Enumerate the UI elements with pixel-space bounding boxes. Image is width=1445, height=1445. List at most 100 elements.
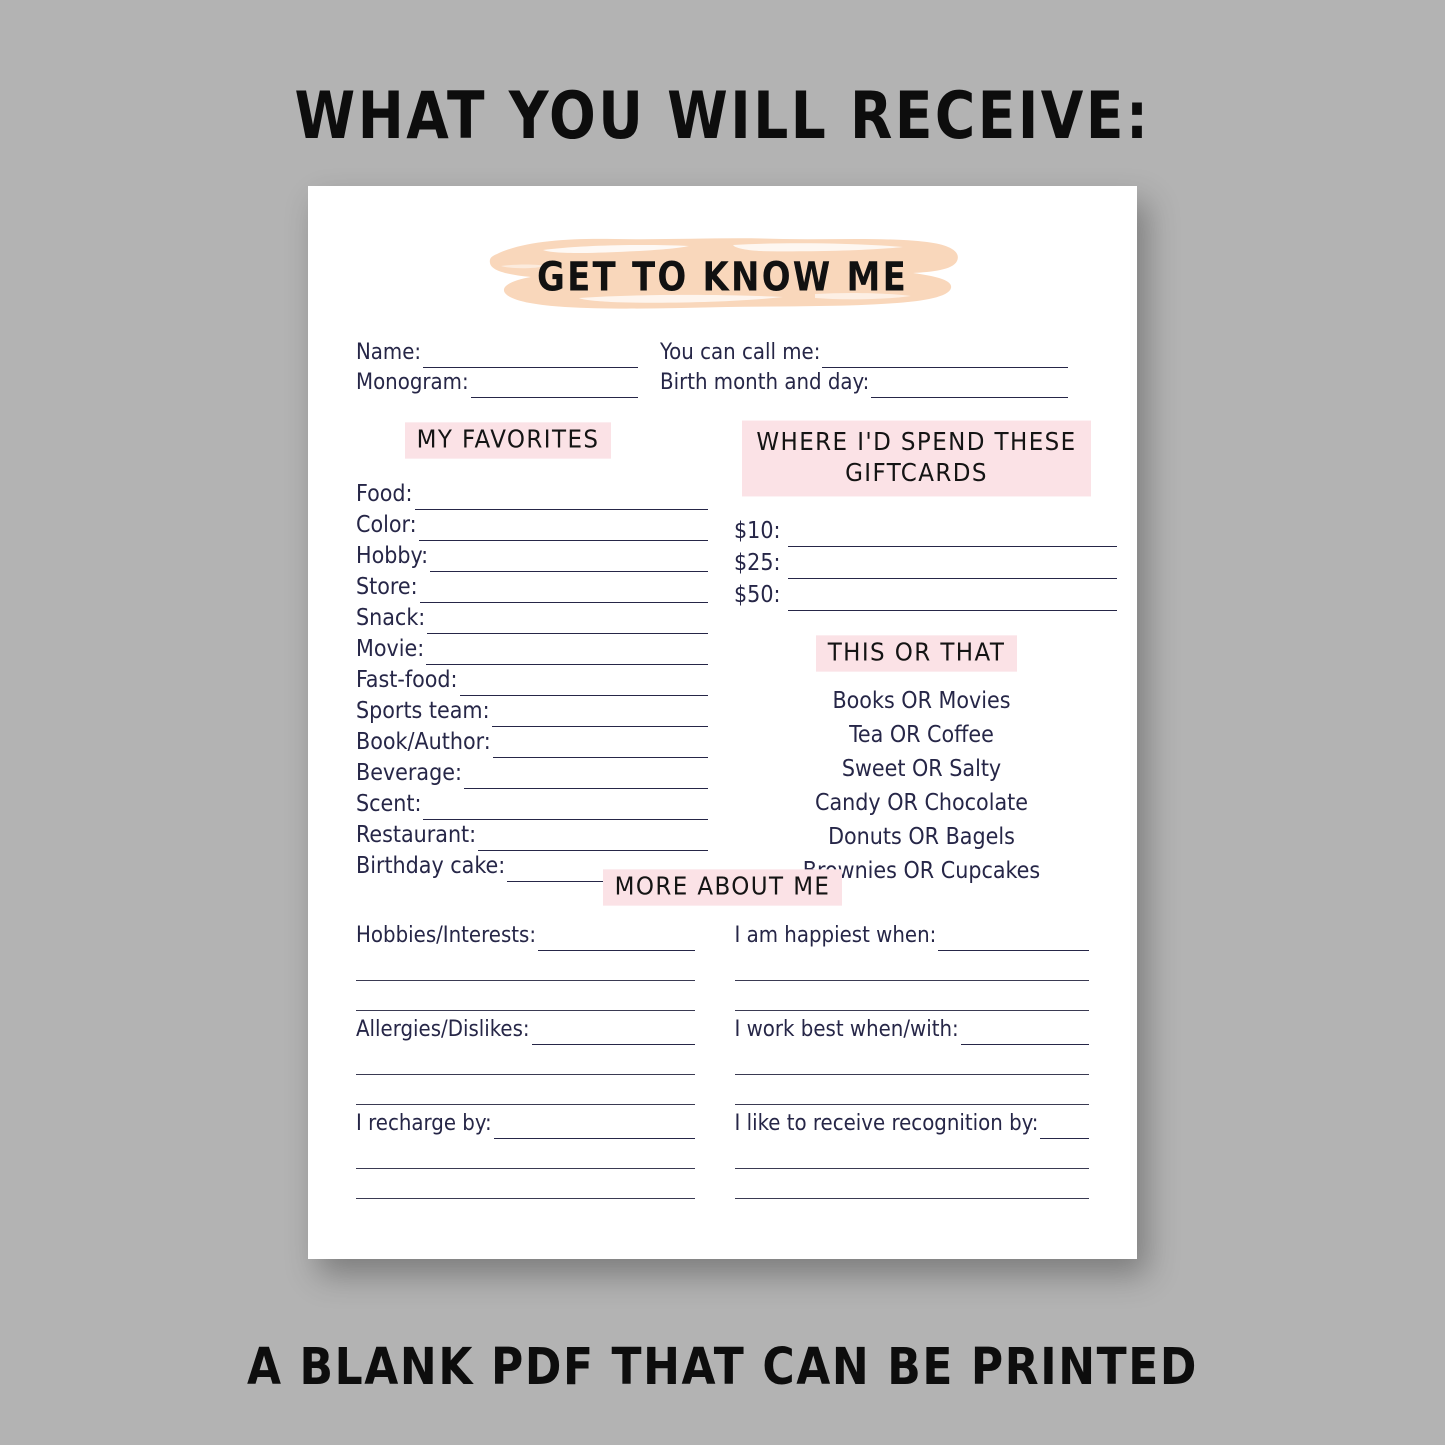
question-i-work-best-when-with[interactable]: I work best when/with: bbox=[735, 1015, 1089, 1045]
this-or-that-item-sweet-or-salty[interactable]: Sweet OR Salty bbox=[726, 752, 1117, 786]
more-about-me-section: Hobbies/Interests: Allergies/Dislikes: I r… bbox=[308, 921, 1137, 1203]
answer-line[interactable] bbox=[734, 951, 1089, 981]
answer-line[interactable] bbox=[734, 1075, 1089, 1105]
question-i-am-happiest-when[interactable]: I am happiest when: bbox=[734, 921, 1089, 951]
field-birth-month-day-label: Birth month and day: bbox=[660, 370, 870, 395]
giftcard-50-label: $50: bbox=[734, 582, 781, 608]
giftcards-heading: WHERE I'D SPEND THESE GIFTCARDS bbox=[742, 420, 1091, 497]
field-name[interactable]: Name: bbox=[356, 338, 638, 368]
giftcard-50[interactable]: $50: bbox=[734, 579, 1117, 611]
question-group-i-work-best-when-with: I work best when/with: bbox=[734, 1015, 1089, 1105]
favorite-scent-label: Scent: bbox=[356, 791, 422, 817]
answer-line[interactable] bbox=[356, 1045, 695, 1075]
favorite-food-rule[interactable] bbox=[414, 490, 708, 510]
favorite-hobby-rule[interactable] bbox=[430, 552, 708, 572]
favorite-fast-food-label: Fast-food: bbox=[356, 667, 458, 693]
favorite-color[interactable]: Color: bbox=[356, 510, 708, 541]
banner: GET TO KNOW ME bbox=[308, 228, 1137, 324]
answer-line[interactable] bbox=[356, 1169, 695, 1199]
this-or-that-item-tea-or-coffee[interactable]: Tea OR Coffee bbox=[726, 718, 1117, 752]
favorite-sports-team[interactable]: Sports team: bbox=[356, 696, 708, 727]
question-i-like-to-receive-recognition-by[interactable]: I like to receive recognition by: bbox=[735, 1109, 1089, 1139]
field-call-me[interactable]: You can call me: bbox=[660, 338, 1068, 368]
this-or-that-list: Books OR Movies Tea OR Coffee Sweet OR Sal… bbox=[726, 684, 1137, 888]
answer-line[interactable] bbox=[734, 1169, 1089, 1199]
question-hobbies-interests[interactable]: Hobbies/Interests: bbox=[356, 921, 695, 951]
answer-line[interactable] bbox=[356, 981, 695, 1011]
favorite-food-label: Food: bbox=[356, 481, 413, 507]
favorite-fast-food[interactable]: Fast-food: bbox=[356, 665, 708, 696]
question-i-recharge-by-rule[interactable] bbox=[493, 1119, 695, 1139]
giftcard-25-rule[interactable] bbox=[788, 559, 1117, 579]
favorite-hobby[interactable]: Hobby: bbox=[356, 541, 708, 572]
question-allergies-dislikes-rule[interactable] bbox=[531, 1025, 695, 1045]
this-or-that-item-books-or-movies[interactable]: Books OR Movies bbox=[726, 684, 1117, 718]
answer-line[interactable] bbox=[734, 1139, 1089, 1169]
question-group-i-recharge-by: I recharge by: bbox=[356, 1109, 695, 1199]
this-or-that-item-donuts-or-bagels[interactable]: Donuts OR Bagels bbox=[726, 820, 1117, 854]
field-birth-month-day[interactable]: Birth month and day: bbox=[660, 368, 1068, 398]
favorite-scent[interactable]: Scent: bbox=[356, 789, 708, 820]
giftcard-25-label: $25: bbox=[734, 550, 781, 576]
field-call-me-rule[interactable] bbox=[822, 348, 1068, 368]
this-or-that-heading: THIS OR THAT bbox=[815, 635, 1018, 672]
field-monogram-rule[interactable] bbox=[470, 378, 638, 398]
favorite-restaurant[interactable]: Restaurant: bbox=[356, 820, 708, 851]
answer-line[interactable] bbox=[356, 951, 695, 981]
favorites-list: Food: Color: Hobby: Store: Snack: Movie: Fast-… bbox=[356, 479, 708, 882]
giftcard-10-rule[interactable] bbox=[788, 527, 1117, 547]
favorite-food[interactable]: Food: bbox=[356, 479, 708, 510]
favorite-color-label: Color: bbox=[356, 512, 417, 538]
favorite-store[interactable]: Store: bbox=[356, 572, 708, 603]
favorite-movie[interactable]: Movie: bbox=[356, 634, 708, 665]
field-monogram[interactable]: Monogram: bbox=[356, 368, 638, 398]
favorite-book-author[interactable]: Book/Author: bbox=[356, 727, 708, 758]
giftcard-10[interactable]: $10: bbox=[734, 515, 1117, 547]
question-i-am-happiest-when-rule[interactable] bbox=[938, 931, 1089, 951]
question-i-like-to-receive-recognition-by-rule[interactable] bbox=[1040, 1119, 1089, 1139]
right-column: WHERE I'D SPEND THESE GIFTCARDS $10: $25:… bbox=[708, 420, 1137, 888]
answer-line[interactable] bbox=[734, 1045, 1089, 1075]
field-monogram-label: Monogram: bbox=[356, 370, 469, 395]
answer-line[interactable] bbox=[356, 1139, 695, 1169]
promo-title: WHAT YOU WILL RECEIVE: bbox=[294, 78, 1151, 154]
favorites-section: MY FAVORITES Food: Color: Hobby: Store: Snac… bbox=[308, 422, 708, 888]
more-about-me-right-column: I am happiest when: I work best when/with… bbox=[723, 921, 1138, 1203]
main-columns: MY FAVORITES Food: Color: Hobby: Store: Snac… bbox=[308, 420, 1137, 888]
question-i-work-best-when-with-rule[interactable] bbox=[960, 1025, 1089, 1045]
favorite-snack-rule[interactable] bbox=[427, 614, 708, 634]
question-group-hobbies-interests: Hobbies/Interests: bbox=[356, 921, 695, 1011]
question-hobbies-interests-rule[interactable] bbox=[538, 931, 695, 951]
favorite-book-author-label: Book/Author: bbox=[356, 729, 491, 755]
favorite-book-author-rule[interactable] bbox=[492, 738, 708, 758]
giftcards-heading-line2: GIFTCARDS bbox=[845, 459, 988, 488]
favorites-heading-wrap: MY FAVORITES bbox=[356, 422, 708, 459]
favorite-scent-rule[interactable] bbox=[423, 800, 708, 820]
favorite-movie-rule[interactable] bbox=[426, 645, 708, 665]
favorite-beverage-rule[interactable] bbox=[463, 769, 708, 789]
giftcard-50-rule[interactable] bbox=[788, 591, 1117, 611]
question-group-i-like-to-receive-recognition-by: I like to receive recognition by: bbox=[734, 1109, 1089, 1199]
favorite-color-rule[interactable] bbox=[418, 521, 708, 541]
favorite-beverage-label: Beverage: bbox=[356, 760, 462, 786]
favorite-snack[interactable]: Snack: bbox=[356, 603, 708, 634]
field-name-rule[interactable] bbox=[423, 348, 638, 368]
field-birth-month-day-rule[interactable] bbox=[871, 378, 1068, 398]
question-i-recharge-by[interactable]: I recharge by: bbox=[356, 1109, 695, 1139]
favorite-restaurant-rule[interactable] bbox=[478, 831, 708, 851]
favorite-restaurant-label: Restaurant: bbox=[356, 822, 477, 848]
question-i-am-happiest-when-label: I am happiest when: bbox=[734, 923, 937, 948]
answer-line[interactable] bbox=[734, 981, 1089, 1011]
sheet-title: GET TO KNOW ME bbox=[537, 254, 908, 302]
giftcard-25[interactable]: $25: bbox=[734, 547, 1117, 579]
answer-line[interactable] bbox=[356, 1075, 695, 1105]
favorite-store-rule[interactable] bbox=[419, 583, 708, 603]
field-name-label: Name: bbox=[356, 340, 422, 365]
this-or-that-item-candy-or-chocolate[interactable]: Candy OR Chocolate bbox=[726, 786, 1117, 820]
question-allergies-dislikes[interactable]: Allergies/Dislikes: bbox=[356, 1015, 695, 1045]
favorite-fast-food-rule[interactable] bbox=[459, 676, 708, 696]
field-call-me-label: You can call me: bbox=[660, 340, 821, 365]
favorite-sports-team-rule[interactable] bbox=[491, 707, 708, 727]
favorite-sports-team-label: Sports team: bbox=[356, 698, 490, 724]
favorite-beverage[interactable]: Beverage: bbox=[356, 758, 708, 789]
